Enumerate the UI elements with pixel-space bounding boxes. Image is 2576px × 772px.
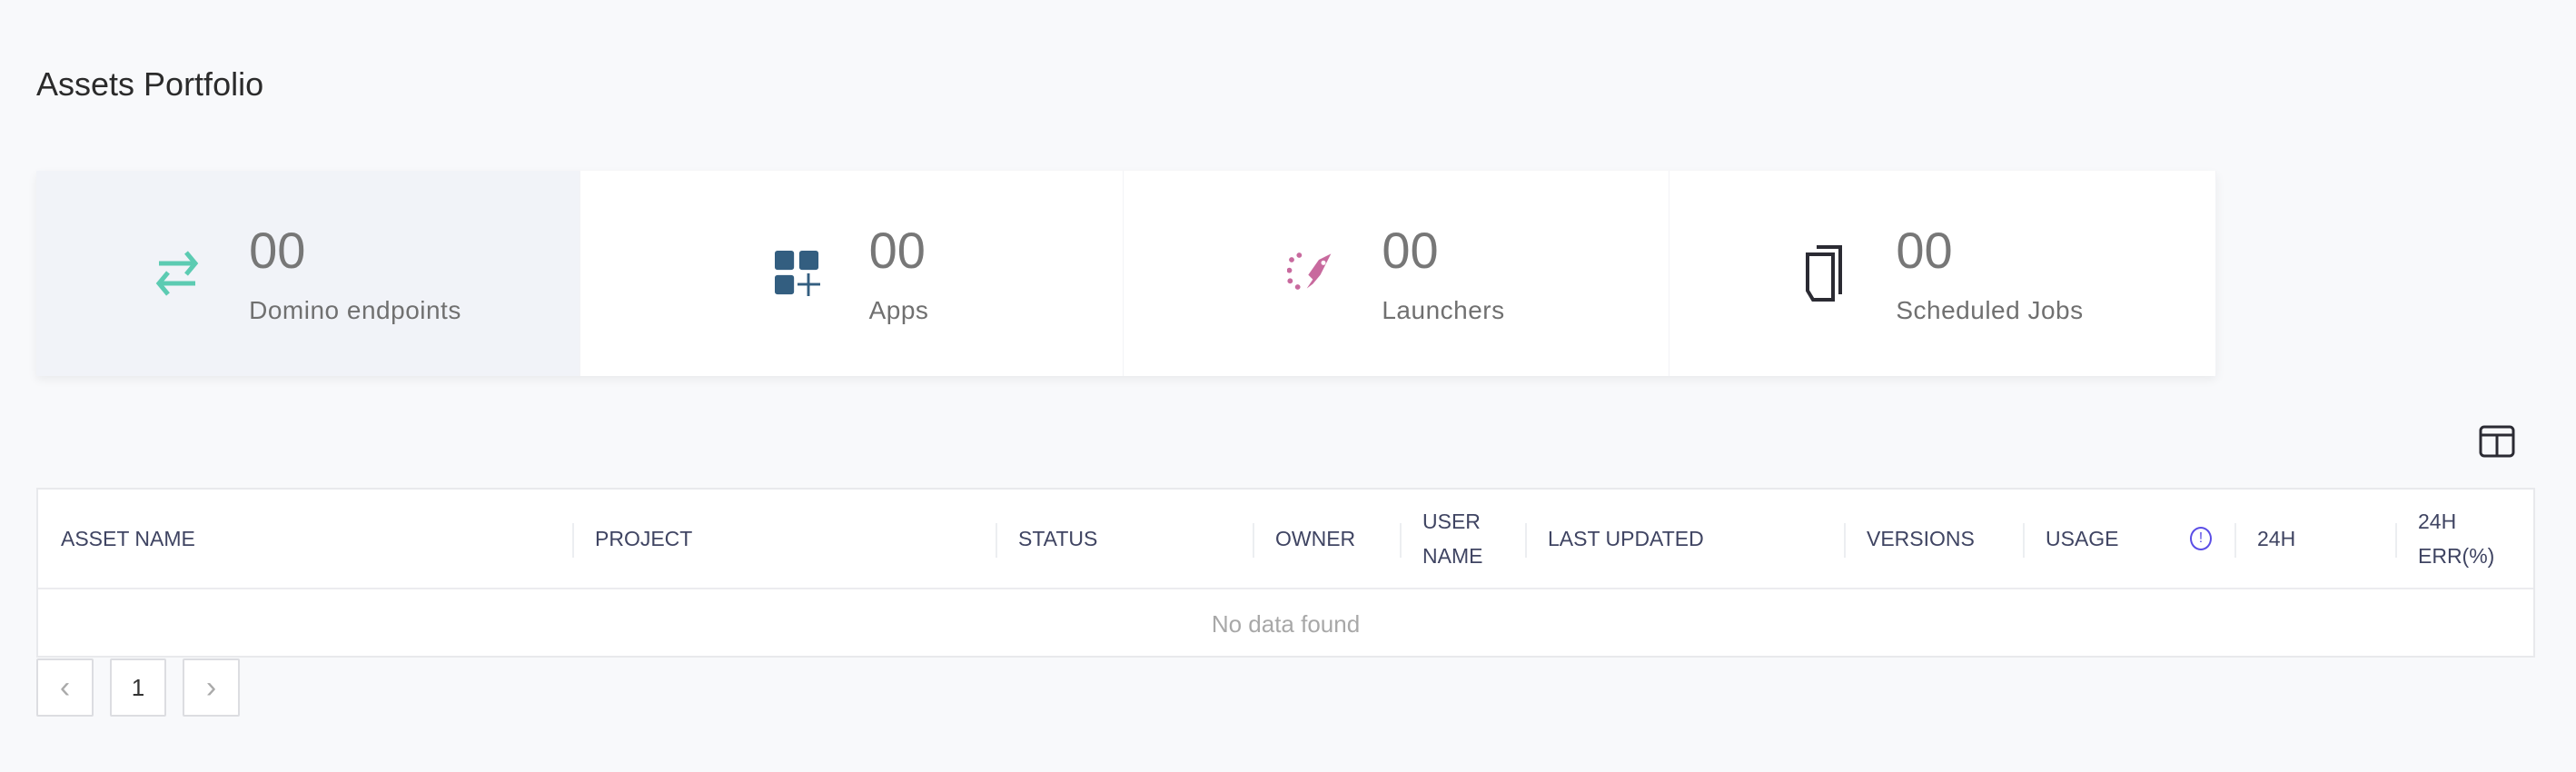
card-label: Apps <box>868 296 929 324</box>
column-header-24h[interactable]: 24H <box>2234 490 2395 588</box>
card-value: 00 <box>1382 222 1439 279</box>
card-label: Domino endpoints <box>249 296 461 324</box>
info-icon[interactable]: ! <box>2190 527 2212 550</box>
card-apps[interactable]: 00 Apps <box>580 171 1124 376</box>
column-header-versions[interactable]: VERSIONS <box>1844 490 2023 588</box>
card-value: 00 <box>249 222 306 279</box>
column-header-status[interactable]: STATUS <box>996 490 1253 588</box>
page-1-button[interactable]: 1 <box>110 658 166 717</box>
usage-label: USAGE <box>2046 527 2119 550</box>
card-launchers[interactable]: 00 Launchers <box>1124 171 1669 376</box>
column-header-24h-err[interactable]: 24H ERR(%) <box>2395 490 2533 588</box>
next-page-button[interactable]: › <box>183 658 240 717</box>
card-value: 00 <box>1896 222 1953 279</box>
copy-documents-icon <box>1801 245 1847 302</box>
column-header-user-name[interactable]: USER NAME <box>1400 490 1525 588</box>
card-domino-endpoints[interactable]: 00 Domino endpoints <box>36 171 580 376</box>
apps-add-icon <box>774 248 820 299</box>
column-header-asset-name[interactable]: ASSET NAME <box>38 490 572 588</box>
assets-table: ASSET NAME PROJECT STATUS OWNER USER NAM… <box>36 488 2535 658</box>
column-header-owner[interactable]: OWNER <box>1253 490 1400 588</box>
arrows-swap-icon <box>154 248 200 299</box>
rocket-icon <box>1287 248 1333 299</box>
table-header: ASSET NAME PROJECT STATUS OWNER USER NAM… <box>38 490 2533 589</box>
page-title: Assets Portfolio <box>36 65 264 103</box>
column-header-project[interactable]: PROJECT <box>572 490 996 588</box>
prev-page-button[interactable]: ‹ <box>36 658 94 717</box>
card-scheduled-jobs[interactable]: 00 Scheduled Jobs <box>1669 171 2216 376</box>
column-settings-icon[interactable] <box>2479 425 2515 458</box>
card-value: 00 <box>868 222 926 279</box>
summary-cards: 00 Domino endpoints 00 Apps 00 Launchers 00… <box>36 171 2216 376</box>
card-label: Launchers <box>1382 296 1505 324</box>
column-header-usage[interactable]: USAGE ! <box>2023 490 2234 588</box>
column-header-last-updated[interactable]: LAST UPDATED <box>1525 490 1844 588</box>
empty-state: No data found <box>1211 610 1361 638</box>
card-label: Scheduled Jobs <box>1896 296 2084 324</box>
